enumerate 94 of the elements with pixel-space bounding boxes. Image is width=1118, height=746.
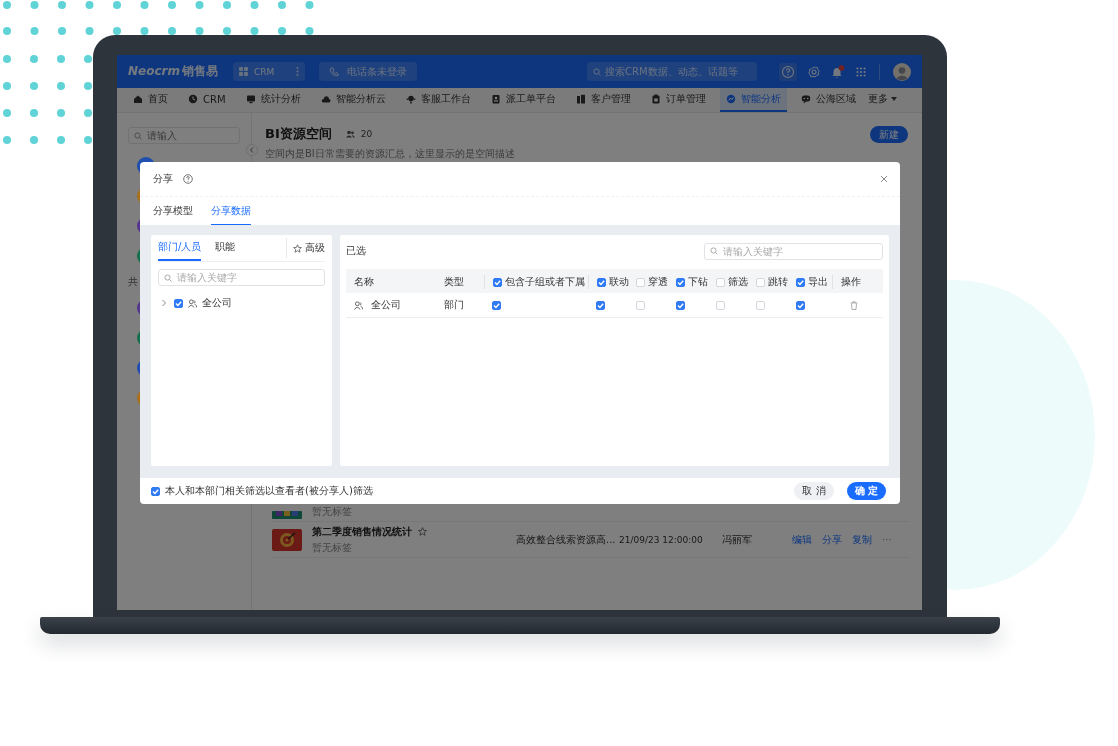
- report-owner: 冯丽军: [722, 532, 753, 547]
- checkbox[interactable]: [151, 486, 160, 496]
- checkbox[interactable]: [796, 277, 805, 287]
- column-header: 下钻: [688, 275, 708, 289]
- nav-tab[interactable]: 智能分析: [719, 88, 787, 112]
- nav-tab[interactable]: 统计分析: [239, 88, 307, 112]
- panel-title: 已选: [346, 244, 366, 258]
- members-icon: [345, 130, 355, 138]
- search-field[interactable]: 请输入: [128, 127, 240, 144]
- advanced-icon: [293, 243, 302, 253]
- column-header: 筛选: [728, 275, 748, 289]
- nav-tab[interactable]: 客服工作台: [399, 88, 477, 112]
- checkbox-label: 本人和本部门相关筛选以查看者(被分享人)筛选: [165, 484, 373, 498]
- column-header: 包含子组或者下属: [505, 275, 585, 289]
- help-icon[interactable]: [183, 174, 193, 184]
- home-icon: [133, 94, 143, 104]
- cancel-button[interactable]: 取 消: [794, 482, 834, 500]
- collapse-toggle-icon[interactable]: [246, 144, 258, 156]
- checkbox[interactable]: [596, 300, 605, 310]
- table-cell: 部门: [444, 298, 464, 312]
- checkbox[interactable]: [492, 300, 501, 310]
- group-icon: [188, 298, 197, 308]
- report-description: 高效整合线索资源高...: [516, 532, 617, 547]
- dialog-title: 分享: [153, 172, 173, 186]
- checkbox[interactable]: [174, 298, 183, 308]
- report-time: 21/09/23 12:00:00: [619, 534, 704, 545]
- search-icon: [134, 131, 142, 140]
- nav-tab[interactable]: 公海区域: [794, 88, 862, 112]
- column-header: 跳转: [768, 275, 788, 289]
- chevron-right-icon[interactable]: [161, 299, 167, 307]
- column-header: 类型: [444, 275, 464, 289]
- column-header: 联动: [609, 275, 629, 289]
- checkbox[interactable]: [597, 277, 606, 287]
- help-icon[interactable]: [779, 62, 797, 81]
- user-avatar[interactable]: [893, 62, 911, 81]
- nav-tab[interactable]: 订单管理: [644, 88, 712, 112]
- search-field[interactable]: 请输入关键字: [158, 269, 325, 286]
- settings-icon[interactable]: [808, 65, 820, 78]
- app-switcher[interactable]: CRM: [232, 62, 305, 81]
- search-icon: [164, 273, 172, 282]
- checkbox[interactable]: [676, 277, 685, 287]
- grid-icon: [238, 67, 248, 76]
- nav-tab[interactable]: 派工单平台: [484, 88, 562, 112]
- column-header: 操作: [841, 275, 861, 289]
- nav-tab[interactable]: 首页: [127, 88, 174, 112]
- column-header: 名称: [354, 275, 374, 289]
- more-menu[interactable]: 更多: [861, 88, 903, 112]
- more-button[interactable]: ···: [882, 534, 892, 545]
- action-link[interactable]: 复制: [852, 532, 872, 547]
- cloud-icon: [320, 94, 331, 104]
- search-icon: [710, 247, 718, 255]
- section-label: 共: [128, 275, 138, 289]
- clock-icon: [188, 94, 198, 104]
- building-icon: [575, 94, 586, 104]
- nav-tab[interactable]: 智能分析云: [314, 88, 392, 112]
- column-header: 穿透: [648, 275, 668, 289]
- tab[interactable]: 部门/人员: [158, 235, 202, 261]
- chart-thumbnail-icon: [272, 511, 302, 519]
- checkbox[interactable]: [493, 277, 502, 287]
- advanced-button[interactable]: 高级: [286, 238, 325, 258]
- member-count: 20: [360, 129, 373, 139]
- tree-item-label[interactable]: 全公司: [202, 296, 232, 310]
- column-header: 导出: [808, 275, 828, 289]
- trash-icon[interactable]: [850, 300, 858, 310]
- tab[interactable]: 职能: [215, 235, 236, 261]
- close-icon[interactable]: [880, 175, 888, 183]
- space-title: BI资源空间: [265, 125, 332, 143]
- new-button[interactable]: 新建: [870, 126, 908, 143]
- clipboard-icon: [650, 94, 661, 104]
- phone-icon: [328, 66, 339, 77]
- confirm-button[interactable]: 确 定: [846, 482, 886, 500]
- nav-tab[interactable]: CRM: [182, 88, 232, 112]
- monitor-icon: [245, 94, 256, 104]
- logo: Neocrm 销售易: [128, 63, 218, 80]
- kebab-icon: [295, 67, 299, 76]
- chat-icon: [800, 94, 811, 104]
- apps-grid-icon[interactable]: [856, 66, 866, 77]
- checkbox[interactable]: [796, 300, 805, 310]
- tab[interactable]: 分享模型: [153, 197, 193, 225]
- action-link[interactable]: 编辑: [792, 532, 812, 547]
- notification-bell-icon[interactable]: [831, 64, 845, 79]
- target-thumbnail-icon: [272, 528, 302, 551]
- table-cell: 全公司: [371, 298, 401, 312]
- star-outline-icon[interactable]: [418, 527, 427, 536]
- headset-icon: [405, 94, 416, 104]
- search-field[interactable]: 请输入关键字: [704, 242, 883, 260]
- group-icon: [354, 300, 363, 310]
- caret-icon: [890, 97, 897, 101]
- action-link[interactable]: 分享: [822, 532, 842, 547]
- report-title: 第二季度销售情况统计: [312, 524, 412, 539]
- chart-icon: [725, 94, 736, 104]
- id-card-icon: [490, 94, 501, 104]
- checkbox[interactable]: [676, 300, 685, 310]
- nav-tab[interactable]: 客户管理: [569, 88, 637, 112]
